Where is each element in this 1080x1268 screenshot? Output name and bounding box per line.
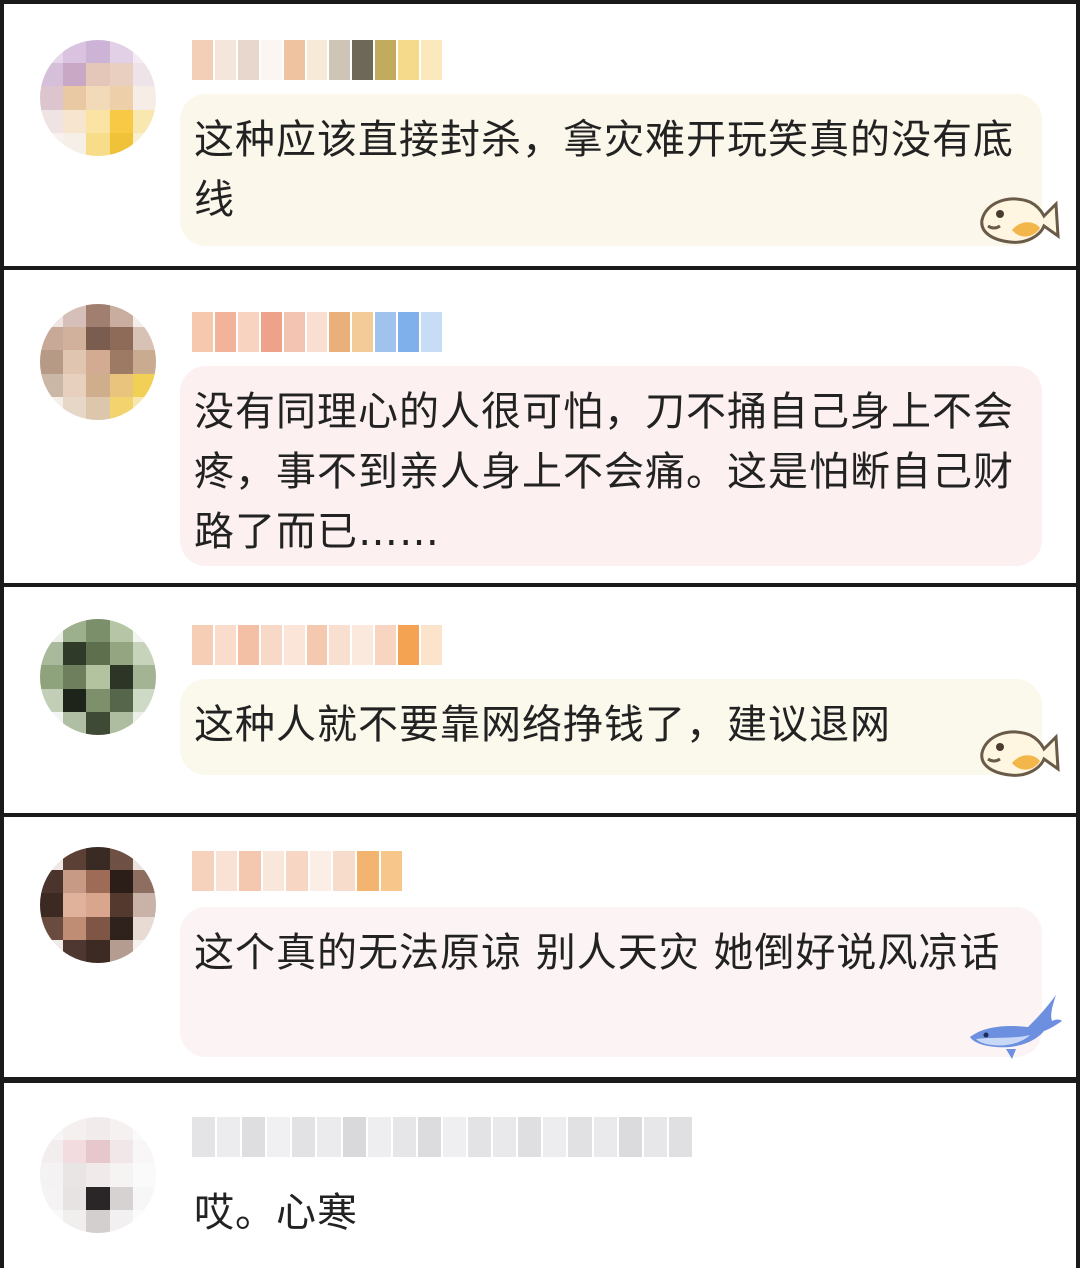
- avatar[interactable]: [40, 1117, 156, 1233]
- comment-text: 这种应该直接封杀，拿灾难开玩笑真的没有底线: [194, 117, 1014, 223]
- username-redacted[interactable]: [192, 851, 403, 891]
- comment-bubble: 没有同理心的人很可怕，刀不捅自己身上不会疼，事不到亲人身上不会痛。这是怕断自己财…: [180, 366, 1042, 566]
- username-redacted[interactable]: [192, 312, 442, 352]
- avatar[interactable]: [40, 304, 156, 420]
- comment-card: 这个真的无法原谅 别人天灾 她倒好说风凉话: [4, 817, 1076, 1077]
- comment-text: 没有同理心的人很可怕，刀不捅自己身上不会疼，事不到亲人身上不会痛。这是怕断自己财…: [194, 389, 1014, 555]
- username-redacted[interactable]: [192, 40, 442, 80]
- comment-card: 没有同理心的人很可怕，刀不捅自己身上不会疼，事不到亲人身上不会痛。这是怕断自己财…: [4, 270, 1076, 583]
- avatar[interactable]: [40, 847, 156, 963]
- username-redacted[interactable]: [192, 625, 442, 665]
- whale-icon: [970, 995, 1062, 1059]
- comment-card: 这种应该直接封杀，拿灾难开玩笑真的没有底线: [4, 4, 1076, 266]
- comment-text: 哎。心寒: [194, 1190, 358, 1236]
- comment-text: 这个真的无法原谅 别人天灾 她倒好说风凉话: [194, 930, 1001, 976]
- comment-text: 这种人就不要靠网络挣钱了，建议退网: [194, 702, 891, 748]
- comment-bubble: 哎。心寒: [180, 1167, 1042, 1263]
- fish-icon: [980, 730, 1060, 777]
- comment-bubble: 这个真的无法原谅 别人天灾 她倒好说风凉话: [180, 907, 1042, 1057]
- fish-icon: [980, 197, 1060, 244]
- comment-bubble: 这种人就不要靠网络挣钱了，建议退网: [180, 679, 1042, 775]
- avatar[interactable]: [40, 619, 156, 735]
- avatar[interactable]: [40, 40, 156, 156]
- comment-card: 这种人就不要靠网络挣钱了，建议退网: [4, 587, 1076, 813]
- comment-bubble: 这种应该直接封杀，拿灾难开玩笑真的没有底线: [180, 94, 1042, 246]
- comment-card: 哎。心寒: [4, 1083, 1076, 1268]
- username-redacted[interactable]: [192, 1117, 692, 1157]
